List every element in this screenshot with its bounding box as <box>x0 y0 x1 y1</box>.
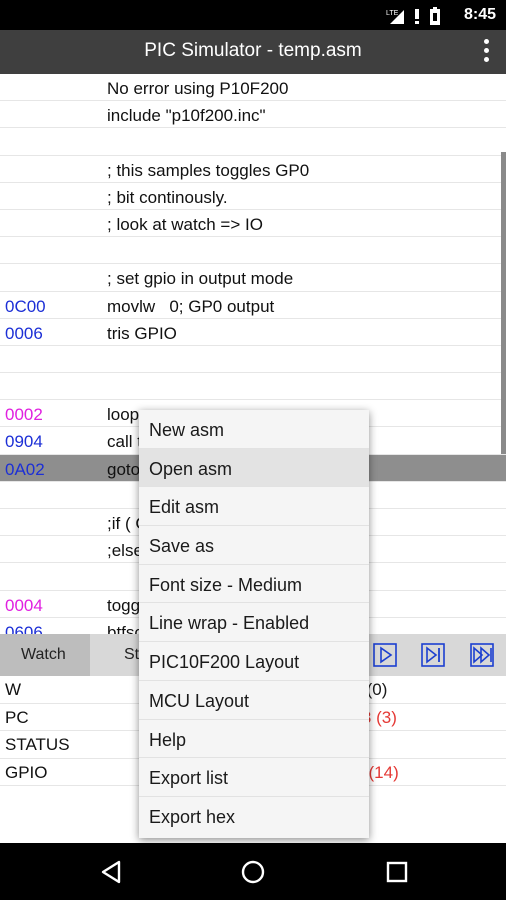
menu-item-label: Save as <box>149 536 215 557</box>
menu-item-help[interactable]: Help <box>139 720 369 759</box>
step-icon[interactable] <box>421 643 445 667</box>
menu-item-edit-asm[interactable]: Edit asm <box>139 487 369 527</box>
status-bar: LTE 8:45 <box>0 0 506 30</box>
code-line[interactable]: No error using P10F200 <box>0 74 506 102</box>
status-time: 8:45 <box>463 6 496 23</box>
menu-item-save-as[interactable]: Save as <box>139 526 369 565</box>
code-line-address: 0004 <box>5 595 43 615</box>
fast-forward-icon[interactable] <box>470 643 494 667</box>
menu-item-label: Font size - Medium <box>149 574 303 595</box>
menu-item-label: PIC10F200 Layout <box>149 652 300 673</box>
home-icon[interactable] <box>240 859 266 885</box>
menu-item-open-asm[interactable]: Open asm <box>139 448 369 488</box>
code-line-text: No error using P10F200 <box>107 79 289 98</box>
code-line-address: 0A02 <box>5 459 45 479</box>
code-line[interactable] <box>0 237 506 265</box>
code-line-address: 0006 <box>5 323 43 343</box>
svg-text:LTE: LTE <box>386 10 399 17</box>
code-line[interactable]: 0006 tris GPIO <box>0 319 506 346</box>
register-name: W <box>5 680 22 699</box>
code-line-text: tris GPIO <box>107 323 177 343</box>
menu-item-line-wrap-enabled[interactable]: Line wrap - Enabled <box>139 603 369 643</box>
register-name: STATUS <box>5 735 70 754</box>
code-line[interactable]: include "p10f200.inc" <box>0 101 506 129</box>
app-title: PIC Simulator - temp.asm <box>144 40 362 61</box>
code-line[interactable]: 0C00 movlw 0; GP0 output <box>0 292 506 319</box>
menu-item-label: New asm <box>149 420 225 440</box>
code-line[interactable] <box>0 373 506 401</box>
code-line-text: ; this samples toggles GP0 <box>107 160 310 180</box>
code-line[interactable]: ; bit continously. <box>0 183 506 210</box>
code-line-text: ; set gpio in output mode <box>107 269 294 289</box>
menu-item-label: Export hex <box>149 806 236 827</box>
action-bar: PIC Simulator - temp.asm <box>0 30 506 74</box>
menu-item-pic10f200-layout[interactable]: PIC10F200 Layout <box>139 642 369 681</box>
menu-item-label: Export list <box>149 768 229 789</box>
menu-item-label: MCU Layout <box>149 690 250 711</box>
status-icons: LTE <box>386 7 440 25</box>
code-line-address: 0002 <box>5 405 43 425</box>
register-name: GPIO <box>5 762 48 782</box>
code-line-address: 0904 <box>5 432 43 452</box>
tab-watch[interactable]: Watch <box>0 634 90 676</box>
menu-item-font-size-medium[interactable]: Font size - Medium <box>139 565 369 604</box>
menu-item-mcu-layout[interactable]: MCU Layout <box>139 681 369 720</box>
code-line-text: ; bit continously. <box>107 187 228 207</box>
menu-item-export-hex[interactable]: Export hex <box>139 797 369 836</box>
more-vert-icon[interactable] <box>482 39 490 65</box>
code-line-address: 0606 <box>5 622 43 634</box>
menu-item-label: Line wrap - Enabled <box>149 613 310 634</box>
menu-item-label: Edit asm <box>149 497 220 518</box>
code-line[interactable]: ; set gpio in output mode <box>0 264 506 292</box>
code-line-text: ; look at watch => IO <box>107 214 263 234</box>
signal-icon: LTE <box>386 10 404 24</box>
menu-item-new-asm[interactable]: New asm <box>139 410 369 449</box>
menu-item-label: Open asm <box>149 458 233 479</box>
play-icon[interactable] <box>373 643 397 667</box>
recents-icon[interactable] <box>384 859 410 885</box>
menu-item-export-list[interactable]: Export list <box>139 758 369 797</box>
back-icon[interactable] <box>99 859 125 885</box>
battery-icon <box>430 7 440 25</box>
navigation-bar <box>0 843 506 900</box>
code-line[interactable] <box>0 346 506 374</box>
overflow-menu: New asm Open asm Edit asm Save as Font size … <box>139 410 369 838</box>
code-line[interactable]: ; look at watch => IO <box>0 210 506 238</box>
code-line[interactable] <box>0 128 506 156</box>
menu-item-label: Help <box>149 729 187 750</box>
wifi-off-icon <box>415 9 419 24</box>
code-line[interactable]: ; this samples toggles GP0 <box>0 156 506 183</box>
scrollbar-thumb[interactable] <box>501 152 506 454</box>
code-line-address: 0C00 <box>5 296 46 316</box>
code-line-text: movlw 0; GP0 output <box>107 296 275 316</box>
register-name: PC <box>5 707 29 727</box>
code-line-text: include "p10f200.inc" <box>107 106 266 126</box>
